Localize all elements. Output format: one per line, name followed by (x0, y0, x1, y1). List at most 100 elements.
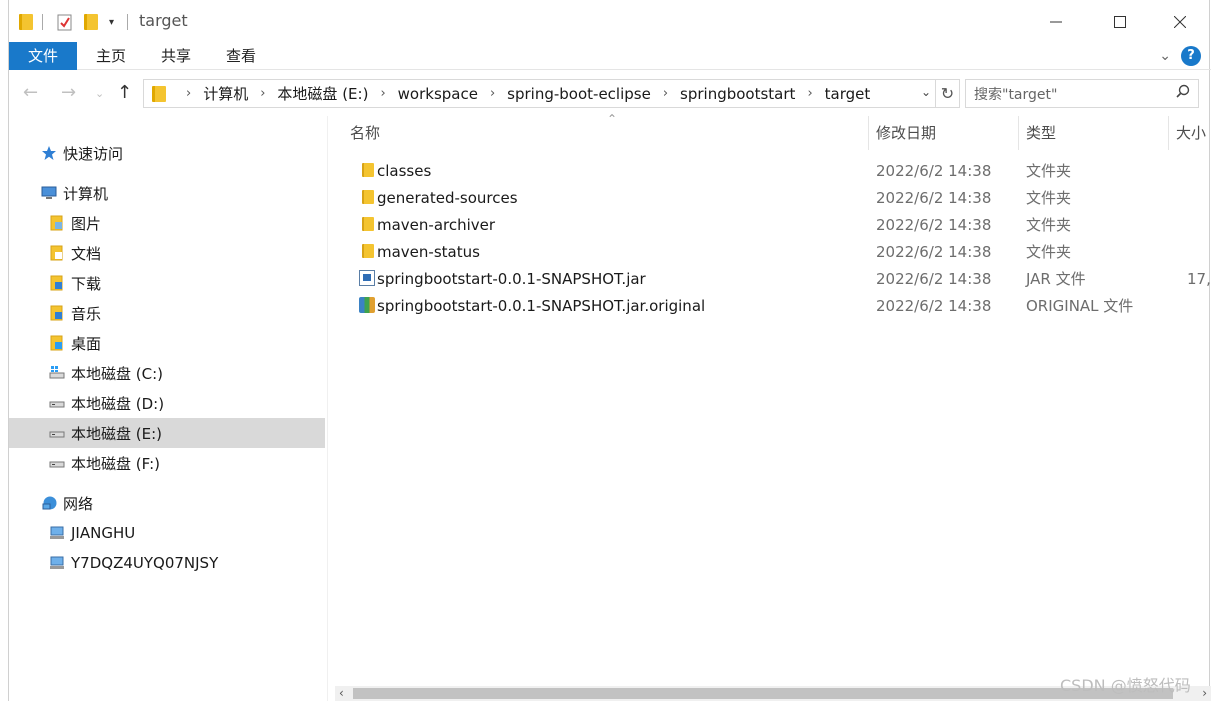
file-date: 2022/6/2 14:38 (876, 242, 992, 261)
explorer-window: ▾ target 文件 主页 共享 查看 ⌄ ? ← → ⌄ ↑ › 计算机 ›… (8, 0, 1211, 701)
network-icon (41, 495, 57, 511)
column-separator[interactable] (1018, 116, 1019, 150)
minimize-button[interactable] (1033, 6, 1079, 38)
folder-icon (362, 190, 374, 204)
star-icon (41, 145, 57, 161)
chevron-down-icon[interactable]: ⌄ (921, 85, 931, 99)
column-header-size[interactable]: 大小 (1176, 116, 1206, 150)
nav-item-label: 下载 (71, 274, 102, 293)
folder-icon (362, 244, 374, 258)
file-name: maven-status (377, 242, 480, 261)
tab-view[interactable]: 查看 (219, 42, 263, 70)
file-row[interactable]: springbootstart-0.0.1-SNAPSHOT.jar.origi… (335, 292, 1211, 319)
separator (127, 14, 128, 30)
nav-item-label: 本地磁盘 (D:) (71, 394, 165, 413)
nav-item-0[interactable]: 快速访问 (9, 138, 325, 168)
nav-item-11[interactable]: 网络 (9, 488, 325, 518)
chevron-right-icon[interactable]: › (186, 86, 191, 101)
column-header-type[interactable]: 类型 (1026, 116, 1056, 150)
nav-item-label: 网络 (63, 494, 94, 513)
music-folder-icon (49, 305, 65, 321)
folder-icon (19, 12, 33, 32)
file-size: 17, (1187, 269, 1211, 288)
file-type: ORIGINAL 文件 (1026, 297, 1134, 315)
close-button[interactable] (1157, 6, 1203, 38)
file-row[interactable]: maven-status 2022/6/2 14:38 文件夹 (335, 238, 1211, 265)
tab-home[interactable]: 主页 (89, 42, 133, 70)
nav-item-5[interactable]: 音乐 (9, 298, 325, 328)
search-box[interactable]: 搜索"target" (965, 79, 1199, 108)
file-row[interactable]: generated-sources 2022/6/2 14:38 文件夹 (335, 184, 1211, 211)
column-separator[interactable] (1168, 116, 1169, 150)
nav-item-label: 本地磁盘 (F:) (71, 454, 160, 473)
crumb-drive-e[interactable]: 本地磁盘 (E:) (277, 83, 368, 104)
up-button[interactable]: ↑ (117, 82, 132, 103)
chevron-right-icon[interactable]: › (490, 86, 495, 101)
nav-item-10[interactable]: 本地磁盘 (F:) (9, 448, 325, 478)
nav-item-4[interactable]: 下载 (9, 268, 325, 298)
properties-icon[interactable] (57, 12, 73, 32)
new-folder-icon[interactable] (84, 12, 98, 32)
pane-divider[interactable] (327, 116, 328, 701)
file-type: 文件夹 (1026, 243, 1072, 261)
crumb-springbootstart[interactable]: springbootstart (680, 85, 795, 103)
computer-icon (41, 185, 57, 201)
nav-item-2[interactable]: 图片 (9, 208, 325, 238)
file-type: JAR 文件 (1026, 270, 1086, 288)
jar-file-icon (359, 270, 375, 286)
nav-item-13[interactable]: Y7DQZ4UYQ07NJSY (9, 548, 325, 578)
chevron-right-icon[interactable]: › (807, 86, 812, 101)
separator (42, 14, 43, 30)
help-icon[interactable]: ? (1181, 46, 1201, 66)
title-bar: ▾ target (9, 0, 1211, 42)
customize-toolbar-icon[interactable]: ▾ (109, 12, 114, 32)
ribbon-tabs: 文件 主页 共享 查看 ⌄ ? (9, 42, 1211, 70)
nav-item-3[interactable]: 文档 (9, 238, 325, 268)
crumb-spring-boot-eclipse[interactable]: spring-boot-eclipse (507, 85, 651, 103)
documents-folder-icon (49, 245, 65, 261)
column-separator[interactable] (868, 116, 869, 150)
chevron-right-icon[interactable]: › (380, 86, 385, 101)
pictures-folder-icon (49, 215, 65, 231)
file-name: maven-archiver (377, 215, 496, 234)
refresh-button[interactable]: ↻ (935, 80, 959, 107)
back-button[interactable]: ← (23, 82, 38, 103)
nav-item-6[interactable]: 桌面 (9, 328, 325, 358)
recent-locations-icon[interactable]: ⌄ (95, 87, 104, 100)
nav-item-7[interactable]: 本地磁盘 (C:) (9, 358, 325, 388)
nav-item-12[interactable]: JIANGHU (9, 518, 325, 548)
tab-file[interactable]: 文件 (9, 42, 77, 70)
tab-share[interactable]: 共享 (154, 42, 198, 70)
crumb-workspace[interactable]: workspace (398, 85, 478, 103)
file-name: springbootstart-0.0.1-SNAPSHOT.jar.origi… (377, 296, 706, 315)
nav-item-label: Y7DQZ4UYQ07NJSY (71, 554, 219, 572)
nav-item-label: 文档 (71, 244, 102, 263)
chevron-right-icon[interactable]: › (663, 86, 668, 101)
network-computer-icon (49, 555, 65, 571)
file-row[interactable]: classes 2022/6/2 14:38 文件夹 (335, 157, 1211, 184)
nav-item-8[interactable]: 本地磁盘 (D:) (9, 388, 325, 418)
column-header-date[interactable]: 修改日期 (876, 116, 936, 150)
nav-item-9[interactable]: 本地磁盘 (E:) (9, 418, 325, 448)
file-date: 2022/6/2 14:38 (876, 296, 992, 315)
file-type: 文件夹 (1026, 189, 1072, 207)
column-header-name[interactable]: 名称 (350, 116, 380, 150)
nav-item-label: 图片 (71, 214, 102, 233)
scrollbar-thumb[interactable] (353, 688, 1173, 699)
forward-button[interactable]: → (61, 82, 76, 103)
address-bar[interactable]: › 计算机 › 本地磁盘 (E:) › workspace › spring-b… (143, 79, 960, 108)
scroll-right-icon[interactable]: › (1202, 686, 1207, 700)
search-icon[interactable] (1176, 84, 1190, 102)
file-row[interactable]: springbootstart-0.0.1-SNAPSHOT.jar 2022/6… (335, 265, 1211, 292)
crumb-computer[interactable]: 计算机 (203, 83, 248, 104)
expand-ribbon-icon[interactable]: ⌄ (1159, 48, 1171, 64)
file-row[interactable]: maven-archiver 2022/6/2 14:38 文件夹 (335, 211, 1211, 238)
search-input[interactable]: 搜索"target" (974, 84, 1057, 104)
maximize-button[interactable] (1097, 6, 1143, 38)
scroll-left-icon[interactable]: ‹ (339, 686, 344, 700)
drive-icon (49, 395, 65, 411)
nav-item-label: 本地磁盘 (E:) (71, 424, 163, 443)
crumb-target[interactable]: target (825, 85, 871, 103)
chevron-right-icon[interactable]: › (260, 86, 265, 101)
nav-item-1[interactable]: 计算机 (9, 178, 325, 208)
